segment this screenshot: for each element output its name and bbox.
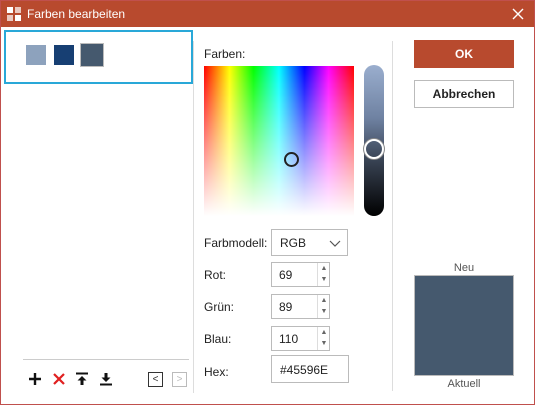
color-model-dropdown[interactable]: RGB [271, 229, 348, 256]
blue-increment-icon[interactable]: ▲ [318, 327, 330, 338]
palette-swatch-light-blue[interactable] [26, 45, 46, 65]
red-stepper-arrows: ▲ ▼ [317, 263, 329, 286]
green-stepper-arrows: ▲ ▼ [317, 295, 329, 318]
title-bar: Farben bearbeiten [1, 1, 534, 27]
new-color-label: Neu [453, 262, 475, 274]
color-palette [4, 30, 193, 84]
blue-label: Blau: [204, 332, 232, 346]
app-icon [7, 7, 21, 21]
red-value: 69 [279, 268, 293, 282]
brightness-slider-handle[interactable] [364, 139, 384, 159]
palette-swatch-slate-selected[interactable] [80, 43, 104, 67]
red-increment-icon[interactable]: ▲ [318, 263, 330, 274]
plus-icon [29, 373, 41, 385]
blue-value: 110 [279, 332, 299, 346]
ok-button[interactable]: OK [414, 40, 514, 68]
right-panel-divider [392, 41, 393, 391]
color-edit-dialog: Farben bearbeiten < > Farben: Farbmodell… [0, 0, 535, 405]
add-color-button[interactable] [27, 371, 43, 387]
blue-stepper[interactable]: 110 ▲ ▼ [271, 326, 330, 351]
color-preview [414, 275, 514, 376]
green-stepper[interactable]: 89 ▲ ▼ [271, 294, 330, 319]
arrow-up-bar-icon [76, 372, 88, 385]
green-decrement-icon[interactable]: ▼ [318, 306, 330, 317]
delete-color-button[interactable] [51, 371, 67, 387]
blue-stepper-arrows: ▲ ▼ [317, 327, 329, 350]
hex-input[interactable]: #45596E [271, 355, 349, 383]
x-icon [53, 373, 65, 385]
toolbar-separator [23, 359, 189, 360]
red-decrement-icon[interactable]: ▼ [318, 274, 330, 285]
arrow-down-bar-icon [100, 373, 112, 386]
chevron-down-icon [329, 240, 341, 247]
color-spectrum-field[interactable] [204, 66, 354, 216]
close-icon [512, 8, 524, 20]
green-label: Grün: [204, 300, 235, 314]
color-model-value: RGB [280, 236, 307, 250]
window-title: Farben bearbeiten [27, 7, 126, 21]
spectrum-picker-handle[interactable] [284, 152, 299, 167]
close-button[interactable] [502, 1, 534, 27]
hex-label: Hex: [204, 365, 229, 379]
green-value: 89 [279, 300, 293, 314]
palette-swatch-navy[interactable] [54, 45, 74, 65]
previous-button[interactable]: < [148, 372, 163, 387]
green-increment-icon[interactable]: ▲ [318, 295, 330, 306]
chevron-right-icon: > [176, 373, 183, 385]
next-button[interactable]: > [172, 372, 187, 387]
hex-value: #45596E [280, 363, 329, 377]
move-to-bottom-button[interactable] [98, 371, 114, 387]
colors-label: Farben: [204, 47, 246, 61]
chevron-left-icon: < [152, 373, 159, 385]
move-to-top-button[interactable] [74, 371, 90, 387]
color-model-label: Farbmodell: [204, 236, 268, 250]
current-color-label: Aktuell [447, 378, 481, 390]
left-panel-divider [193, 41, 194, 393]
blue-decrement-icon[interactable]: ▼ [318, 338, 330, 349]
red-stepper[interactable]: 69 ▲ ▼ [271, 262, 330, 287]
cancel-button[interactable]: Abbrechen [414, 80, 514, 108]
red-label: Rot: [204, 268, 227, 282]
